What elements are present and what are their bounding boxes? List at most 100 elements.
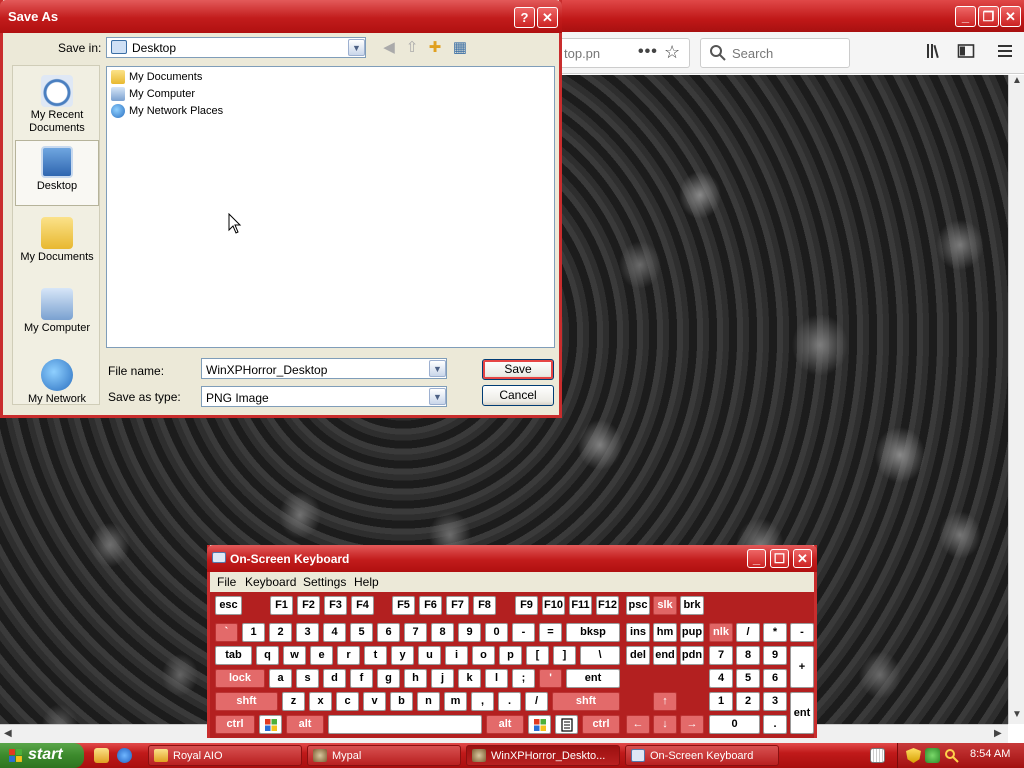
key-numpad-divide[interactable]: / [736,623,760,642]
key-left-shift[interactable]: shft [215,692,278,711]
key-m[interactable]: m [444,692,467,711]
explorer-quicklaunch-icon[interactable] [94,748,109,763]
place-recent-documents[interactable]: My Recent Documents [15,70,99,136]
key-3[interactable]: 3 [296,623,319,642]
key-f1[interactable]: F1 [270,596,293,615]
save-in-dropdown[interactable]: Desktop ▼ [106,37,366,58]
save-button[interactable]: Save [482,359,554,380]
osk-minimize-button[interactable]: _ [747,549,766,568]
key-psc[interactable]: psc [626,596,650,615]
key-f11[interactable]: F11 [569,596,592,615]
key-caps-lock[interactable]: lock [215,669,265,688]
scroll-up-icon[interactable]: ▲ [1012,75,1022,86]
chevron-down-icon[interactable]: ▼ [348,39,365,56]
key-1[interactable]: 1 [242,623,265,642]
key-v[interactable]: v [363,692,386,711]
key-q[interactable]: q [256,646,279,665]
key-backtick[interactable]: ` [215,623,238,642]
key-j[interactable]: j [431,669,454,688]
key-9[interactable]: 9 [458,623,481,642]
browser-close-button[interactable]: ✕ [1000,6,1021,27]
key-6[interactable]: 6 [377,623,400,642]
menu-file[interactable]: File [217,575,236,589]
file-name-field[interactable]: WinXPHorror_Desktop ▼ [201,358,447,379]
back-icon[interactable]: ◀ [379,38,399,58]
key-numpad-9[interactable]: 9 [763,646,787,665]
key-brk[interactable]: brk [680,596,704,615]
key-numpad-1[interactable]: 1 [709,692,733,711]
key-numpad-6[interactable]: 6 [763,669,787,688]
key-numpad-decimal[interactable]: . [763,715,787,734]
place-my-documents[interactable]: My Documents [15,212,99,278]
key-f7[interactable]: F7 [446,596,469,615]
key-h[interactable]: h [404,669,427,688]
browser-maximize-button[interactable]: ❐ [978,6,999,27]
task-on-screen-keyboard[interactable]: On-Screen Keyboard [625,745,779,766]
task-mypal[interactable]: Mypal [307,745,461,766]
key-l[interactable]: l [485,669,508,688]
key-r[interactable]: r [337,646,360,665]
browser-minimize-button[interactable]: _ [955,6,976,27]
menu-settings[interactable]: Settings [303,575,346,589]
key-left-ctrl[interactable]: ctrl [215,715,255,734]
key-del[interactable]: del [626,646,650,665]
key-8[interactable]: 8 [431,623,454,642]
key-nlk[interactable]: nlk [709,623,733,642]
search-bar[interactable]: Search [700,38,850,68]
key-semicolon[interactable]: ; [512,669,535,688]
key-right-bracket[interactable]: ] [553,646,576,665]
key-numpad-enter[interactable]: ent [790,692,814,734]
key-f2[interactable]: F2 [297,596,320,615]
scroll-right-icon[interactable]: ▶ [994,728,1002,739]
page-actions-icon[interactable]: ••• [638,43,658,61]
key-numpad-7[interactable]: 7 [709,646,733,665]
view-menu-icon[interactable]: ▦ [450,38,470,58]
internet-explorer-icon[interactable] [117,748,132,763]
search-tray-icon[interactable] [944,748,959,763]
key-f8[interactable]: F8 [473,596,496,615]
key-menu[interactable] [555,715,578,734]
key-x[interactable]: x [309,692,332,711]
key-arrow-up[interactable]: ↑ [653,692,677,711]
key-f3[interactable]: F3 [324,596,347,615]
new-folder-icon[interactable]: ✚ [425,38,445,58]
list-item[interactable]: My Network Places [111,103,223,119]
key-p[interactable]: p [499,646,522,665]
key-g[interactable]: g [377,669,400,688]
task-royal-aio[interactable]: Royal AIO [148,745,302,766]
key-numpad-8[interactable]: 8 [736,646,760,665]
place-my-network[interactable]: My Network [15,354,99,420]
key-2[interactable]: 2 [269,623,292,642]
save-as-type-dropdown[interactable]: PNG Image ▼ [201,386,447,407]
osk-close-button[interactable]: ✕ [793,549,812,568]
osk-maximize-button[interactable]: ☐ [770,549,789,568]
up-folder-icon[interactable]: ⇧ [402,38,422,58]
key-arrow-left[interactable]: ← [626,715,650,734]
key-u[interactable]: u [418,646,441,665]
chevron-down-icon[interactable]: ▼ [429,388,446,405]
key-slk[interactable]: slk [653,596,677,615]
key-period[interactable]: . [498,692,521,711]
start-button[interactable]: start [0,743,84,768]
key-d[interactable]: d [323,669,346,688]
key-numpad-plus[interactable]: + [790,646,814,688]
key-b[interactable]: b [390,692,413,711]
key-space[interactable] [328,715,482,734]
clock[interactable]: 8:54 AM [970,748,1010,760]
key-f9[interactable]: F9 [515,596,538,615]
menu-keyboard[interactable]: Keyboard [245,575,296,589]
key-y[interactable]: y [391,646,414,665]
key-n[interactable]: n [417,692,440,711]
place-my-computer[interactable]: My Computer [15,283,99,349]
key-pup[interactable]: pup [680,623,704,642]
key-numpad-2[interactable]: 2 [736,692,760,711]
key-right-shift[interactable]: shft [552,692,620,711]
chevron-down-icon[interactable]: ▼ [429,360,446,377]
key-comma[interactable]: , [471,692,494,711]
scroll-down-icon[interactable]: ▼ [1012,709,1022,720]
bookmark-star-icon[interactable]: ☆ [664,42,680,63]
key-t[interactable]: t [364,646,387,665]
key-arrow-down[interactable]: ↓ [653,715,677,734]
key-right-alt[interactable]: alt [486,715,524,734]
save-as-titlebar[interactable]: Save As ? ✕ [0,0,562,33]
